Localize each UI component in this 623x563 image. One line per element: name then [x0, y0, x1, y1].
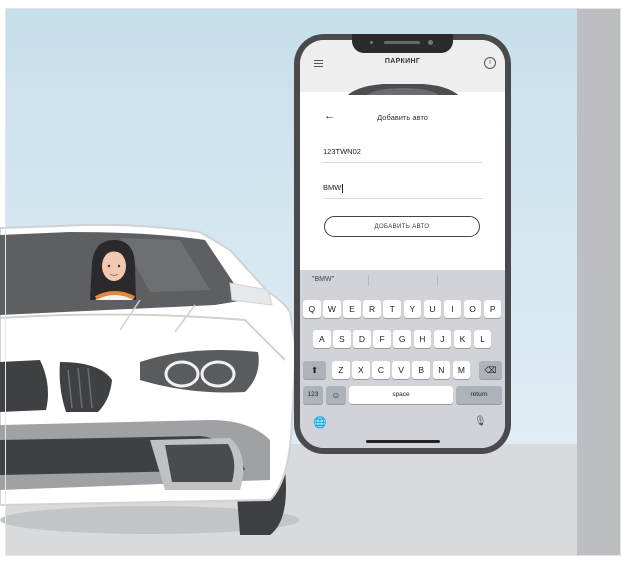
- backspace-key[interactable]: ⌫: [479, 361, 502, 379]
- key-s[interactable]: S: [333, 330, 351, 348]
- sheet-title: Добавить авто: [377, 113, 428, 122]
- sensor-dot: [370, 41, 373, 44]
- key-g[interactable]: G: [393, 330, 411, 348]
- text-cursor: [342, 183, 344, 193]
- return-key[interactable]: return: [456, 386, 502, 404]
- key-v[interactable]: V: [392, 361, 410, 379]
- key-q[interactable]: Q: [303, 300, 321, 318]
- key-r[interactable]: R: [363, 300, 381, 318]
- key-x[interactable]: X: [352, 361, 370, 379]
- car-brand-value: BMW: [323, 183, 342, 192]
- key-c[interactable]: C: [372, 361, 390, 379]
- front-camera: [428, 40, 433, 45]
- space-key[interactable]: space: [349, 386, 453, 404]
- add-car-button[interactable]: ДОБАВИТЬ АВТО: [324, 216, 480, 237]
- app-title: ПАРКИНГ: [384, 58, 421, 65]
- microphone-icon[interactable]: 🎙: [474, 416, 487, 427]
- suggestion-item[interactable]: "BMW": [312, 276, 334, 283]
- shift-key[interactable]: ⬆: [303, 361, 326, 379]
- plate-number-value: 123TWN02: [323, 147, 361, 156]
- key-a[interactable]: A: [313, 330, 331, 348]
- key-u[interactable]: U: [423, 300, 442, 318]
- key-i[interactable]: I: [443, 300, 462, 318]
- key-p[interactable]: P: [483, 300, 502, 318]
- key-z[interactable]: Z: [332, 361, 350, 379]
- key-k[interactable]: K: [453, 330, 472, 348]
- numbers-key[interactable]: 123: [303, 386, 323, 404]
- key-w[interactable]: W: [323, 300, 341, 318]
- key-d[interactable]: D: [353, 330, 371, 348]
- key-j[interactable]: J: [433, 330, 452, 348]
- key-l[interactable]: L: [473, 330, 492, 348]
- emoji-key[interactable]: ☺: [326, 386, 346, 404]
- suggestion-bar: "BMW": [300, 270, 505, 292]
- home-indicator: [366, 440, 440, 443]
- key-e[interactable]: E: [343, 300, 361, 318]
- key-h[interactable]: H: [413, 330, 432, 348]
- key-m[interactable]: M: [452, 361, 471, 379]
- car-brand-field[interactable]: BMW: [323, 183, 483, 199]
- illustration: ПАРКИНГ i ← Добавить авто 123TWN02 BMW Д…: [0, 0, 623, 563]
- phone-screen: ПАРКИНГ i ← Добавить авто 123TWN02 BMW Д…: [300, 40, 505, 448]
- suggestion-divider: [437, 275, 438, 286]
- earpiece-speaker: [384, 41, 420, 44]
- info-icon[interactable]: i: [484, 57, 496, 69]
- suggestion-divider: [368, 275, 369, 286]
- key-b[interactable]: B: [412, 361, 430, 379]
- key-t[interactable]: T: [383, 300, 401, 318]
- key-y[interactable]: Y: [403, 300, 422, 318]
- key-o[interactable]: O: [463, 300, 482, 318]
- key-n[interactable]: N: [432, 361, 451, 379]
- phone-notch: [352, 34, 453, 53]
- on-screen-keyboard: "BMW" QWERTYUIOP ASDFGHJKL ZXCVBNM ⬆ ⌫ 1…: [300, 270, 505, 448]
- plate-number-field[interactable]: 123TWN02: [323, 147, 483, 163]
- add-car-sheet: ← Добавить авто 123TWN02 BMW ДОБАВИТЬ АВ…: [300, 95, 505, 275]
- globe-icon[interactable]: 🌐: [313, 416, 327, 429]
- key-f[interactable]: F: [373, 330, 391, 348]
